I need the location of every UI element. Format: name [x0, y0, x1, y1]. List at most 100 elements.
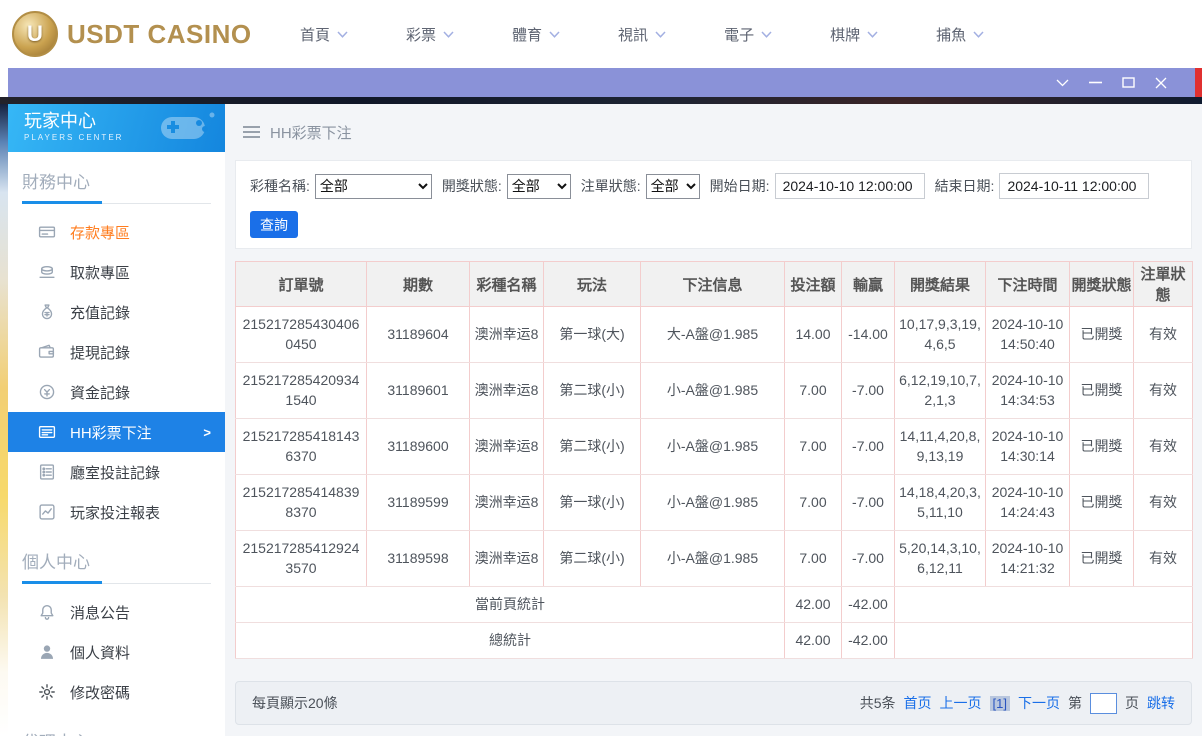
logo[interactable]: U USDT CASINO — [12, 11, 260, 57]
summary-bet-total: 42.00 — [784, 586, 842, 623]
table-cell: -14.00 — [841, 306, 895, 363]
table-cell: -7.00 — [841, 530, 895, 587]
table-cell: 有效 — [1133, 362, 1193, 419]
sidebar-item-hall-bet-history[interactable]: 廳室投註記錄 — [8, 452, 225, 492]
summary-label: 當前頁統計 — [235, 586, 785, 623]
table-cell: 5,20,14,3,10,6,12,11 — [894, 530, 986, 587]
nav-item-label: 彩票 — [406, 26, 437, 44]
sidebar-section-header: 個人中心 — [22, 553, 90, 572]
section-underline — [22, 581, 211, 584]
nav-item[interactable]: 首頁 — [300, 24, 348, 45]
summary-row: 當前頁統計 42.00 -42.00 — [235, 586, 1193, 623]
lottery-name-select[interactable]: 全部 — [314, 173, 432, 199]
nav-item-label: 首頁 — [300, 26, 331, 44]
page-jump-input[interactable] — [1090, 692, 1117, 714]
table-cell: 小-A盤@1.985 — [640, 474, 785, 531]
end-date-input[interactable] — [999, 173, 1150, 199]
wallet-icon — [38, 343, 56, 361]
current-page-indicator[interactable]: [1] — [989, 695, 1010, 711]
table-cell: 31189599 — [366, 474, 470, 531]
search-button[interactable]: 查詢 — [250, 211, 298, 238]
column-header: 訂單號 — [235, 261, 367, 307]
column-header: 下注信息 — [640, 261, 785, 307]
table-cell: 大-A盤@1.985 — [640, 306, 785, 363]
column-header: 期數 — [366, 261, 470, 307]
table-cell: 已開獎 — [1069, 306, 1134, 363]
table-cell: 2024-10-10 14:34:53 — [985, 362, 1070, 419]
pagination-bar: 每頁顯示20條 共5条 首页 上一页 [1] 下一页 第 页 跳转 — [235, 681, 1192, 725]
table-cell: 7.00 — [784, 474, 842, 531]
jump-prefix-label: 第 — [1068, 695, 1082, 711]
first-page-link[interactable]: 首页 — [904, 693, 932, 713]
nav-item[interactable]: 電子 — [724, 24, 772, 45]
table-cell: -7.00 — [841, 418, 895, 475]
sidebar-item-funds-history[interactable]: 資金記錄 — [8, 372, 225, 412]
window-titlebar-row — [0, 68, 1202, 97]
chevron-down-icon — [973, 30, 984, 38]
window-maximize-icon[interactable] — [1121, 77, 1135, 88]
summary-empty-cell — [894, 586, 1193, 623]
jump-link[interactable]: 跳转 — [1147, 693, 1175, 713]
sidebar-item-change-password[interactable]: 修改密碼 — [8, 672, 225, 712]
table-cell: 已開獎 — [1069, 474, 1134, 531]
column-header: 玩法 — [543, 261, 641, 307]
table-row: 2152172854181436370 31189600 澳洲幸运8 第二球(小) 小-… — [235, 418, 1193, 475]
window-minimize-icon[interactable] — [1088, 81, 1102, 84]
chevron-down-icon — [337, 30, 348, 38]
nav-item[interactable]: 彩票 — [406, 24, 454, 45]
menu-icon[interactable] — [243, 126, 260, 138]
sidebar-item-label: 資金記錄 — [70, 384, 131, 402]
table-cell: 有效 — [1133, 418, 1193, 475]
jump-suffix-label: 页 — [1125, 695, 1139, 711]
nav-item[interactable]: 捕魚 — [936, 24, 984, 45]
table-cell: 澳洲幸运8 — [469, 362, 544, 419]
app-row: 玩家中心 PLAYERS CENTER 財務中心 存款專區 取款專區 充值記錄 提現記錄… — [0, 104, 1202, 736]
table-cell: 第二球(小) — [543, 418, 641, 475]
table-cell: 31189600 — [366, 418, 470, 475]
sidebar-item-profile[interactable]: 個人資料 — [8, 632, 225, 672]
main-content: HH彩票下注 彩種名稱: 全部 開獎狀態: 全部 注單狀態: 全部 開始日期: … — [225, 104, 1202, 736]
sidebar-item-player-bet-report[interactable]: 玩家投注報表 — [8, 492, 225, 532]
column-header: 注單狀態 — [1133, 261, 1193, 307]
page-title: HH彩票下注 — [270, 124, 352, 142]
table-cell: 2152172854181436370 — [235, 418, 367, 475]
nav-item[interactable]: 棋牌 — [830, 24, 878, 45]
nav-item[interactable]: 體育 — [512, 24, 560, 45]
filter-row: 彩種名稱: 全部 開獎狀態: 全部 注單狀態: 全部 開始日期: 2024-10… — [250, 173, 1177, 199]
summary-win-loss-total: -42.00 — [841, 622, 895, 659]
sidebar-item-recharge-history[interactable]: 充值記錄 — [8, 292, 225, 332]
table-cell: 31189598 — [366, 530, 470, 587]
table-cell: 2152172854148398370 — [235, 474, 367, 531]
chevron-down-icon — [549, 30, 560, 38]
order-status-select[interactable]: 全部 — [645, 173, 700, 199]
table-row: 2152172854304060450 31189604 澳洲幸运8 第一球(大) 大-… — [235, 306, 1193, 363]
order-status-label: 注單狀態: — [580, 178, 641, 194]
window-close-icon[interactable] — [1154, 77, 1168, 89]
sidebar-item-deposit[interactable]: 存款專區 — [8, 212, 225, 252]
next-page-link[interactable]: 下一页 — [1018, 693, 1060, 713]
table-cell: 2024-10-10 14:24:43 — [985, 474, 1070, 531]
sidebar-item-announcements[interactable]: 消息公告 — [8, 592, 225, 632]
red-edge-strip — [1195, 68, 1202, 97]
prev-page-link[interactable]: 上一页 — [940, 693, 982, 713]
withdraw-hand-icon — [38, 263, 56, 281]
table-cell: 有效 — [1133, 306, 1193, 363]
gear-icon — [38, 683, 56, 701]
table-row: 2152172854129243570 31189598 澳洲幸运8 第二球(小) 小-… — [235, 530, 1193, 587]
logo-monogram: U — [27, 21, 43, 46]
window-dropdown-icon[interactable] — [1055, 79, 1069, 87]
top-navbar: U USDT CASINO 首頁 彩票 體育 視訊 電子 棋牌 捕魚 — [0, 0, 1202, 68]
sidebar-item-label: 存款專區 — [70, 224, 131, 242]
sidebar-item-withdraw[interactable]: 取款專區 — [8, 252, 225, 292]
sidebar-item-cashout-history[interactable]: 提現記錄 — [8, 332, 225, 372]
table-cell: 14,11,4,20,8,9,13,19 — [894, 418, 986, 475]
column-header: 下注時間 — [985, 261, 1070, 307]
sidebar-body: 財務中心 存款專區 取款專區 充值記錄 提現記錄 資金記錄 HH彩票下注 > 廳室投註記錄 玩家投… — [8, 168, 225, 736]
start-date-input[interactable] — [774, 173, 925, 199]
draw-status-select[interactable]: 全部 — [506, 173, 571, 199]
column-header: 投注額 — [784, 261, 842, 307]
chevron-down-icon — [655, 30, 666, 38]
nav-item[interactable]: 視訊 — [618, 24, 666, 45]
sidebar-item-hh-lottery-bets[interactable]: HH彩票下注 > — [8, 412, 225, 452]
page-size-text: 每頁顯示20條 — [252, 695, 338, 711]
